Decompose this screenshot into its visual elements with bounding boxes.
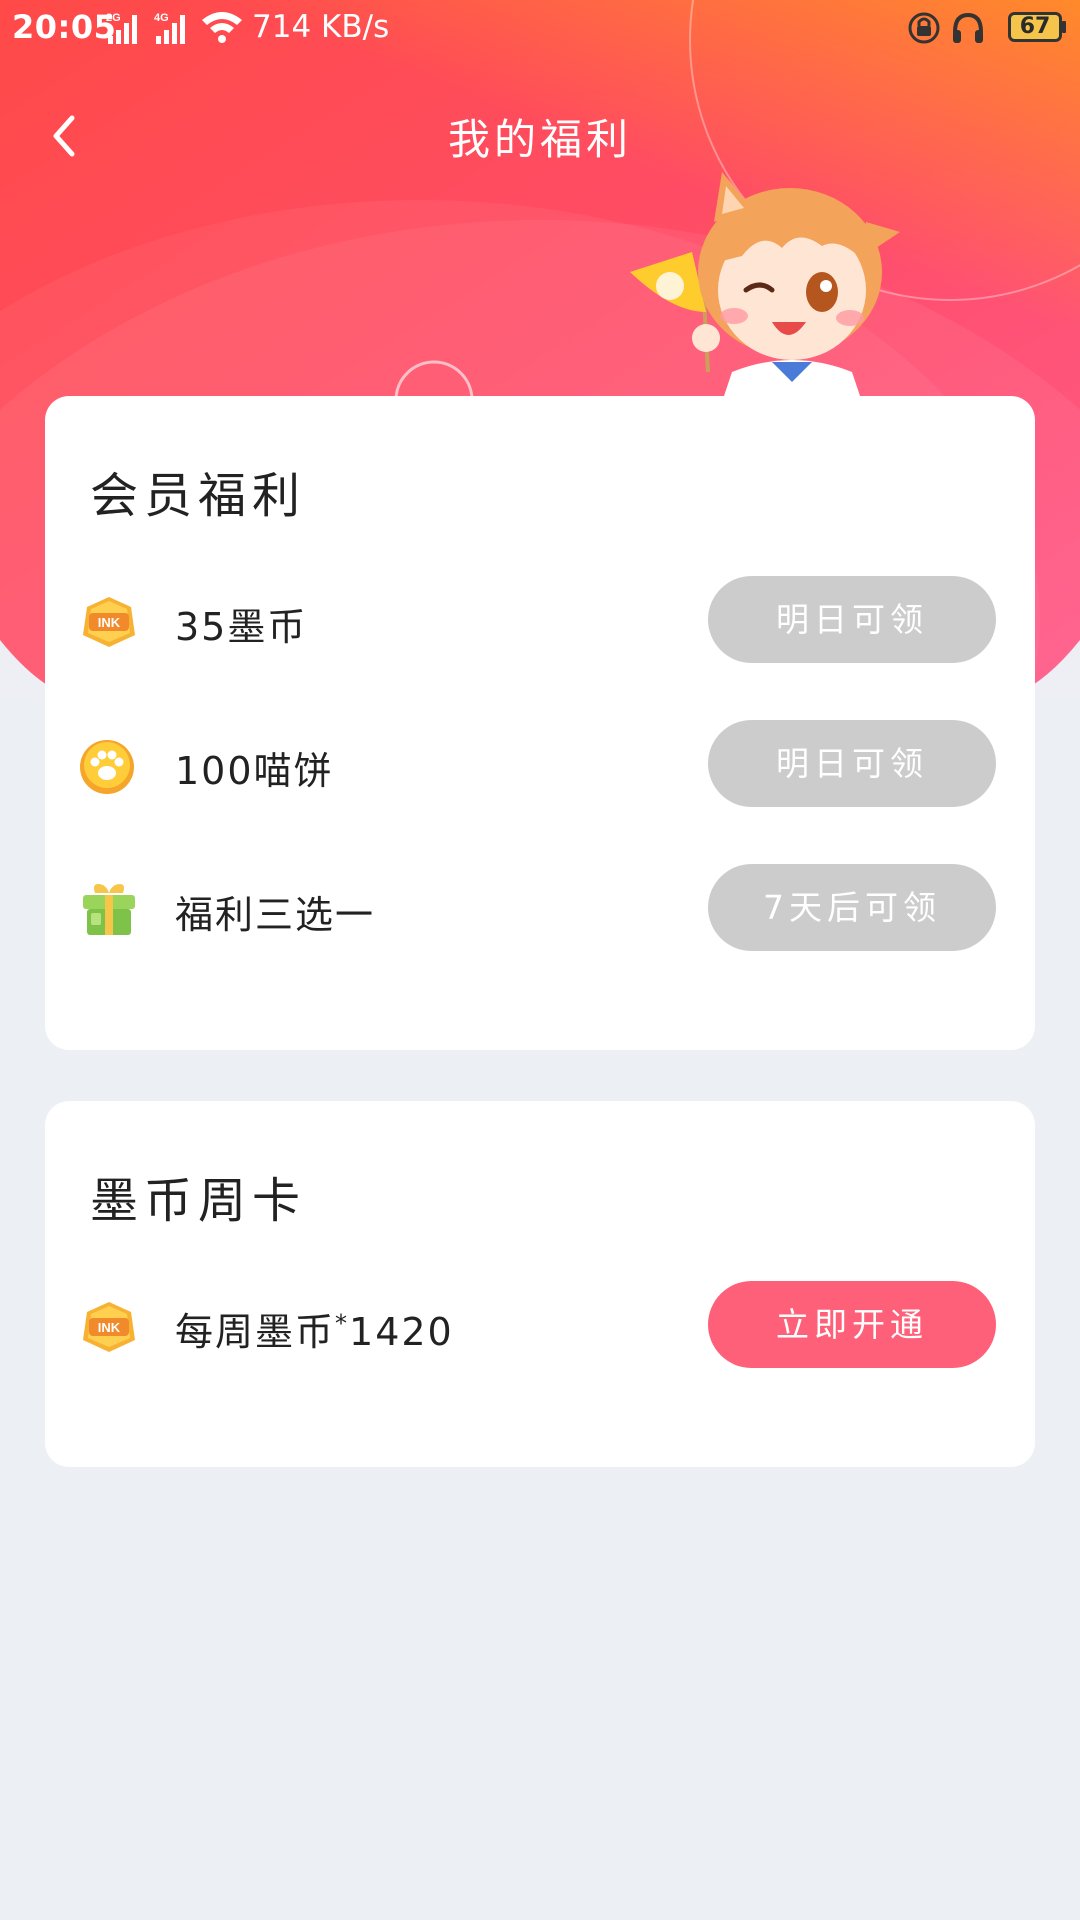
benefit-label: 福利三选一 <box>175 893 376 937</box>
page-title: 我的福利 <box>447 115 632 164</box>
activate-now-button[interactable]: 立即开通 <box>708 1281 996 1368</box>
weekly-coins-label: 每周墨币*1420 <box>175 1301 454 1356</box>
headphones-icon <box>953 12 983 43</box>
network-type-4g: 4G <box>154 12 169 24</box>
benefit-row-choose-one: 福利三选一 7天后可领 <box>45 864 1035 954</box>
svg-text:INK: INK <box>98 615 121 630</box>
status-bar: 20:05 2G 4G 714 KB/s 67 <box>0 0 1080 56</box>
member-benefits-card: 会员福利 INK 35墨币 明日可领 100喵饼 明日可领 福利三选一 7天后可… <box>45 396 1035 1050</box>
ink-coin-icon: INK <box>83 1302 135 1352</box>
battery-level: 67 <box>1019 14 1051 39</box>
weekly-coins-label-prefix: 每周墨币 <box>175 1310 336 1354</box>
weekly-card-row: INK 每周墨币*1420 立即开通 <box>45 1281 1035 1371</box>
gift-icon <box>83 884 135 935</box>
weekly-card-title: 墨币周卡 <box>90 1173 307 1229</box>
signal-icon: 2G 4G <box>106 12 242 44</box>
weekly-card: 墨币周卡 INK 每周墨币*1420 立即开通 <box>45 1101 1035 1467</box>
claim-in-7-days-button[interactable]: 7天后可领 <box>708 864 996 951</box>
battery-indicator: 67 <box>1008 12 1066 42</box>
lock-rotation-icon <box>908 12 940 44</box>
ink-coin-icon: INK <box>83 597 135 647</box>
claim-tomorrow-button[interactable]: 明日可领 <box>708 576 996 663</box>
svg-text:INK: INK <box>98 1320 121 1335</box>
benefit-row-paw-biscuits: 100喵饼 明日可领 <box>45 720 1035 810</box>
network-type-2g: 2G <box>106 12 121 24</box>
benefit-label: 100喵饼 <box>175 749 334 793</box>
status-time: 20:05 <box>12 8 117 46</box>
claim-tomorrow-button[interactable]: 明日可领 <box>708 720 996 807</box>
network-speed: 714 KB/s <box>252 9 390 45</box>
paw-coin-icon <box>80 740 134 794</box>
benefit-label: 35墨币 <box>175 605 308 649</box>
benefit-row-ink-coins: INK 35墨币 明日可领 <box>45 576 1035 666</box>
weekly-coins-label-amount: 1420 <box>349 1310 454 1354</box>
weekly-coins-label-multiplier: * <box>335 1309 350 1338</box>
status-right-icons: 67 <box>906 10 1066 46</box>
member-benefits-title: 会员福利 <box>90 468 307 524</box>
mascot-illustration <box>630 172 900 402</box>
